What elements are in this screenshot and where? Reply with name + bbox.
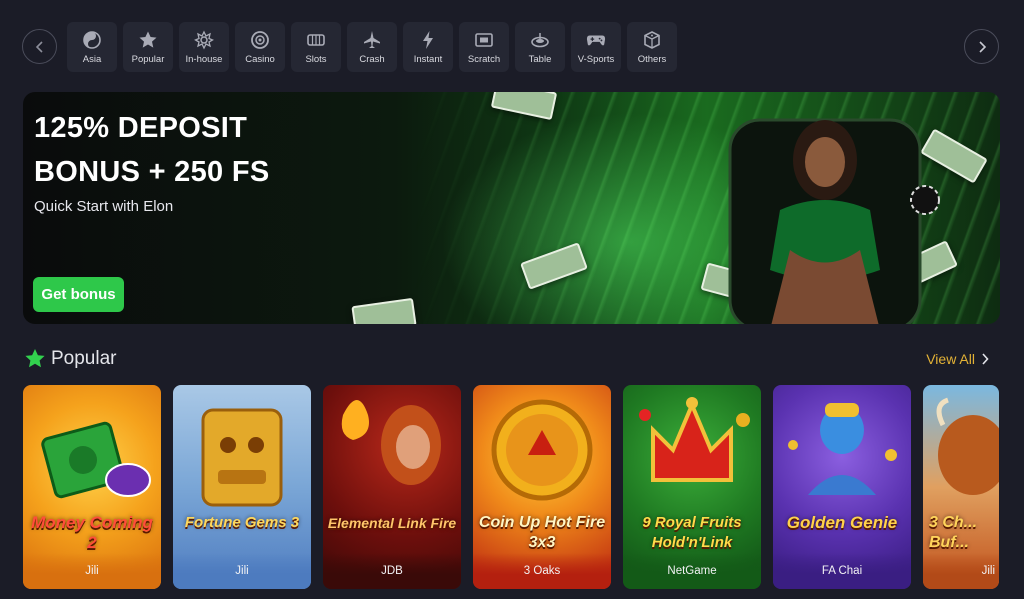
chevron-right-icon [982, 353, 989, 365]
slot-machine-icon [307, 33, 325, 46]
category-bar: Asia Popular In-house Casino Slots Crash… [67, 22, 677, 72]
banner-subtitle: Quick Start with Elon [34, 198, 174, 215]
gamepad-icon [586, 34, 606, 45]
get-bonus-button[interactable]: Get bonus [33, 277, 124, 312]
category-casino[interactable]: Casino [235, 22, 285, 72]
category-label: V-Sports [577, 53, 615, 65]
category-asia[interactable]: Asia [67, 22, 117, 72]
game-card[interactable]: Fortune Gems 3 Jili [173, 385, 311, 589]
yin-yang-icon [83, 30, 101, 49]
game-title: 9 Royal Fruits Hold'n'Link [642, 514, 742, 551]
scroll-left-button[interactable] [22, 29, 57, 64]
game-card[interactable]: Money Coming 2 Jili [23, 385, 161, 589]
chip-icon [251, 30, 269, 49]
game-card[interactable]: 3 Ch... Buf... Jili [923, 385, 999, 589]
view-all-label: View All [926, 351, 975, 367]
game-title: Coin Up Hot Fire 3x3 [478, 514, 606, 551]
woman-on-throne-image [728, 118, 940, 324]
plane-icon [364, 30, 380, 48]
category-label: Others [637, 53, 667, 65]
game-title: Golden Genie [786, 513, 898, 532]
chevron-right-icon [978, 40, 986, 53]
category-scratch[interactable]: Scratch [459, 22, 509, 72]
popular-section-title: Popular [24, 348, 117, 370]
banner-title: 125% DEPOSIT BONUS + 250 FS [34, 106, 269, 194]
dice-icon [644, 30, 660, 49]
popular-games-row: Money Coming 2 Jili Fortune Gems 3 Jili … [23, 385, 999, 589]
scroll-right-button[interactable] [964, 29, 999, 64]
category-table[interactable]: Table [515, 22, 565, 72]
roulette-icon [531, 32, 549, 47]
game-provider: FA Chai [773, 553, 911, 589]
game-card[interactable]: Elemental Link Fire JDB [323, 385, 461, 589]
category-in-house[interactable]: In-house [179, 22, 229, 72]
lotus-icon [194, 30, 214, 49]
game-title: 3 Ch... Buf... [929, 514, 978, 551]
category-slots[interactable]: Slots [291, 22, 341, 72]
category-label: Slots [305, 53, 327, 65]
category-crash[interactable]: Crash [347, 22, 397, 72]
game-card[interactable]: 9 Royal Fruits Hold'n'Link NetGame [623, 385, 761, 589]
category-v-sports[interactable]: V-Sports [571, 22, 621, 72]
banner-title-line: 125% DEPOSIT [34, 112, 248, 144]
section-title-text: Popular [51, 348, 117, 369]
category-label: Crash [359, 53, 385, 65]
game-provider: JDB [323, 553, 461, 589]
category-others[interactable]: Others [627, 22, 677, 72]
game-title: Elemental Link Fire [327, 515, 457, 531]
chevron-left-icon [35, 40, 43, 53]
star-icon [139, 31, 157, 48]
star-icon [25, 349, 45, 368]
game-title: Fortune Gems 3 [184, 514, 300, 531]
category-label: Scratch [467, 53, 501, 65]
category-label: Casino [245, 53, 275, 65]
lightning-icon [423, 30, 433, 49]
game-provider: Jili [923, 553, 999, 589]
game-provider: Jili [23, 553, 161, 589]
banner-title-line: BONUS + 250 FS [34, 156, 270, 188]
game-provider: Jili [173, 553, 311, 589]
category-popular[interactable]: Popular [123, 22, 173, 72]
category-instant[interactable]: Instant [403, 22, 453, 72]
category-label: Table [528, 53, 552, 65]
category-label: In-house [185, 53, 223, 65]
game-title: Money Coming 2 [31, 513, 153, 552]
category-label: Asia [82, 53, 102, 65]
category-label: Instant [413, 53, 443, 65]
ticket-icon [475, 32, 493, 47]
game-card[interactable]: Coin Up Hot Fire 3x3 3 Oaks [473, 385, 611, 589]
category-label: Popular [131, 53, 165, 65]
game-provider: 3 Oaks [473, 553, 611, 589]
game-provider: NetGame [623, 553, 761, 589]
game-card[interactable]: Golden Genie FA Chai [773, 385, 911, 589]
view-all-link[interactable]: View All [926, 351, 989, 367]
